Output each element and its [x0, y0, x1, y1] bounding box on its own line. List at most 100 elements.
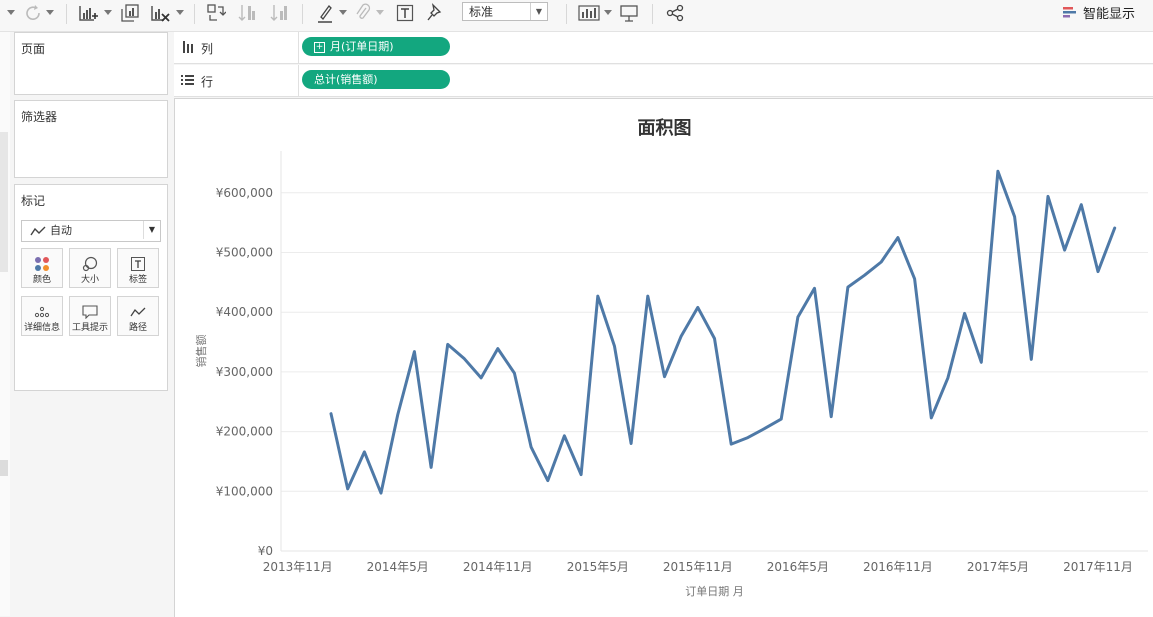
detail-button[interactable]: 详细信息 [21, 296, 63, 336]
refresh-dropdown-icon[interactable] [44, 0, 56, 26]
data-point[interactable] [677, 332, 685, 340]
data-point[interactable] [961, 309, 969, 317]
data-point[interactable] [644, 292, 652, 300]
data-point[interactable] [927, 414, 935, 422]
data-point[interactable] [544, 477, 552, 485]
data-point[interactable] [911, 275, 919, 283]
filters-card[interactable]: 筛选器 [14, 100, 168, 178]
show-cards-dropdown-icon[interactable] [602, 0, 614, 26]
rows-pill[interactable]: 总计(销售额) [302, 70, 450, 89]
y-tick-label: ¥600,000 [216, 186, 273, 200]
series-line[interactable] [329, 169, 1117, 495]
columns-icon [183, 41, 193, 53]
swap-rows-columns-icon[interactable] [204, 0, 228, 26]
marks-card-title: 标记 [21, 194, 46, 208]
data-point[interactable] [894, 234, 902, 242]
data-point[interactable] [744, 434, 752, 442]
data-point[interactable] [410, 348, 418, 356]
group-paperclip-icon[interactable] [352, 0, 374, 26]
data-point[interactable] [660, 373, 668, 381]
data-point[interactable] [1111, 224, 1119, 232]
data-point[interactable] [694, 303, 702, 311]
data-point[interactable] [577, 471, 585, 479]
tooltip-label: 工具提示 [71, 323, 108, 333]
path-label: 路径 [128, 323, 147, 333]
clear-sheet-icon[interactable] [148, 0, 172, 26]
sort-ascending-icon[interactable] [236, 0, 260, 26]
data-point[interactable] [344, 485, 352, 493]
path-button[interactable]: 路径 [117, 296, 159, 336]
group-dropdown-icon[interactable] [374, 0, 386, 26]
columns-shelf[interactable]: 列 + 月(订单日期) [174, 32, 1153, 64]
data-point[interactable] [794, 313, 802, 321]
detail-label: 详细信息 [23, 323, 60, 333]
expand-icon[interactable]: + [314, 41, 325, 53]
data-point[interactable] [594, 292, 602, 300]
sort-descending-icon[interactable] [268, 0, 292, 26]
mark-type-select[interactable]: 自动 ▼ [21, 220, 161, 242]
data-point[interactable] [627, 440, 635, 448]
data-point[interactable] [494, 345, 502, 353]
data-point[interactable] [977, 358, 985, 366]
new-worksheet-icon[interactable] [76, 0, 100, 26]
label-button[interactable]: 标签 [117, 248, 159, 288]
data-pane-scrollbar[interactable] [0, 132, 8, 272]
presentation-mode-icon[interactable] [618, 0, 640, 26]
data-point[interactable] [1027, 355, 1035, 363]
data-point[interactable] [427, 463, 435, 471]
size-button[interactable]: 大小 [69, 248, 111, 288]
data-point[interactable] [510, 369, 518, 377]
size-label: 大小 [80, 275, 99, 285]
show-mark-labels-icon[interactable] [394, 0, 416, 26]
data-point[interactable] [711, 334, 719, 342]
data-point[interactable] [527, 443, 535, 451]
color-button[interactable]: 颜色 [21, 248, 63, 288]
data-point[interactable] [761, 425, 769, 433]
show-me-button[interactable]: 智能显示 [1062, 3, 1135, 22]
data-point[interactable] [477, 374, 485, 382]
data-point[interactable] [327, 410, 335, 418]
y-tick-label: ¥300,000 [216, 365, 273, 379]
data-point[interactable] [610, 342, 618, 350]
highlight-dropdown-icon[interactable] [337, 0, 349, 26]
clear-sheet-dropdown-icon[interactable] [174, 0, 186, 26]
data-point[interactable] [811, 284, 819, 292]
refresh-icon[interactable] [22, 0, 44, 26]
tooltip-button[interactable]: 工具提示 [69, 296, 111, 336]
show-me-label: 智能显示 [1082, 7, 1135, 22]
data-point[interactable] [1011, 213, 1019, 221]
pin-icon[interactable] [424, 0, 446, 26]
data-point[interactable] [994, 167, 1002, 175]
data-point[interactable] [1094, 268, 1102, 276]
data-point[interactable] [360, 448, 368, 456]
columns-pill[interactable]: + 月(订单日期) [302, 37, 450, 56]
color-label: 颜色 [32, 275, 51, 285]
data-point[interactable] [460, 355, 468, 363]
data-point[interactable] [1061, 246, 1069, 254]
data-point[interactable] [1077, 201, 1085, 209]
share-icon[interactable] [664, 0, 686, 26]
data-pane-handle[interactable] [0, 460, 8, 476]
data-point[interactable] [1044, 192, 1052, 200]
duplicate-sheet-icon[interactable] [118, 0, 142, 26]
data-point[interactable] [727, 440, 735, 448]
highlight-pen-icon[interactable] [314, 0, 336, 26]
data-point[interactable] [827, 413, 835, 421]
data-point[interactable] [394, 411, 402, 419]
data-point[interactable] [944, 374, 952, 382]
x-axis-title: 订单日期 月 [685, 585, 744, 598]
data-point[interactable] [777, 415, 785, 423]
fit-mode-select[interactable]: 标准 ▼ [462, 2, 548, 21]
show-cards-icon[interactable] [576, 0, 602, 26]
data-point[interactable] [844, 283, 852, 291]
redo-dropdown-icon[interactable] [4, 0, 18, 26]
data-point[interactable] [877, 258, 885, 266]
data-point[interactable] [560, 432, 568, 440]
data-point[interactable] [377, 489, 385, 497]
data-point[interactable] [861, 271, 869, 279]
rows-shelf[interactable]: 行 总计(销售额) [174, 65, 1153, 97]
pages-card-title: 页面 [21, 42, 46, 56]
data-point[interactable] [444, 340, 452, 348]
new-worksheet-dropdown-icon[interactable] [102, 0, 114, 26]
pages-card[interactable]: 页面 [14, 32, 168, 95]
